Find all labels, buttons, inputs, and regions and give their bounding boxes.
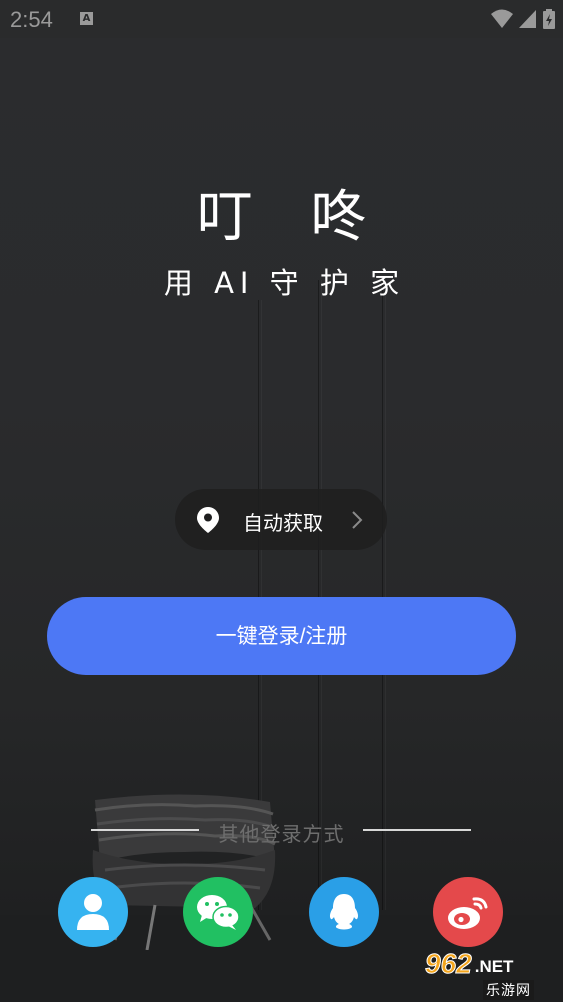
battery-icon [543, 9, 555, 29]
site-watermark: 962 .NET 乐游网 [425, 948, 557, 1000]
status-icons [491, 9, 555, 29]
wechat-login-button[interactable] [183, 877, 253, 947]
app-slogan: 用 AI 守 护 家 [163, 266, 406, 300]
weibo-login-button[interactable] [433, 877, 503, 947]
watermark-suffix: .NET [474, 957, 514, 976]
app-title: 叮 咚 [196, 185, 387, 250]
wifi-icon [491, 9, 513, 28]
location-pin-icon [197, 507, 219, 533]
other-login-label: 其他登录方式 [218, 822, 345, 846]
location-label: 自动获取 [243, 511, 323, 535]
watermark-number: 962 [425, 948, 473, 980]
one-click-login-button[interactable]: 一键登录/注册 [47, 597, 516, 675]
account-login-button[interactable] [58, 877, 128, 947]
divider-line-right [363, 829, 471, 831]
watermark-site: 乐游网 [483, 980, 534, 1000]
status-time: 2:54 [10, 7, 53, 32]
chevron-right-icon [352, 511, 363, 529]
a-icon: A [80, 12, 93, 25]
weibo-icon [448, 897, 488, 929]
qq-icon [329, 894, 359, 930]
status-bar: 2:54 A [0, 0, 563, 38]
other-login-divider: 其他登录方式 [0, 815, 563, 846]
wechat-icon [197, 895, 240, 930]
signal-icon [519, 10, 536, 28]
watermark-logo: 962 .NET [425, 948, 514, 980]
qq-login-button[interactable] [309, 877, 379, 947]
user-icon [77, 894, 109, 930]
location-selector[interactable]: 自动获取 [175, 489, 387, 550]
